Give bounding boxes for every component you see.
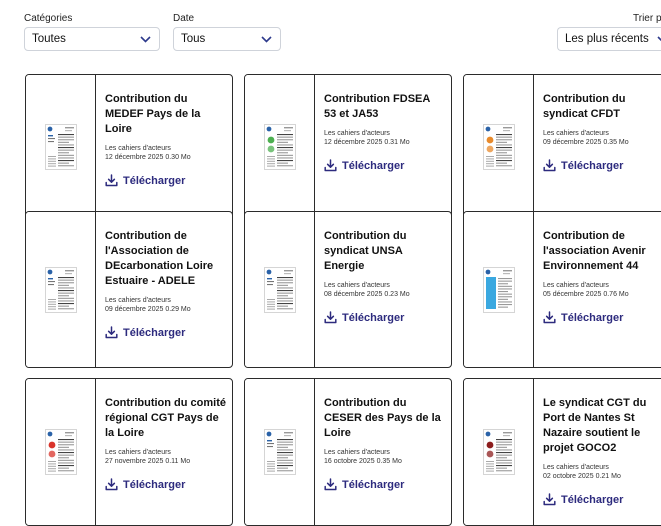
- download-label: Télécharger: [342, 478, 405, 491]
- document-thumbnail[interactable]: [26, 379, 96, 525]
- document-title[interactable]: Contribution du syndicat CFDT: [543, 92, 661, 122]
- download-button[interactable]: Télécharger: [543, 493, 661, 506]
- document-title[interactable]: Le syndicat CGT du Port de Nantes St Naz…: [543, 396, 661, 456]
- download-icon: [543, 159, 561, 172]
- date-filter-label: Date: [173, 13, 195, 24]
- document-size: 0.23 Mo: [384, 291, 410, 298]
- download-button[interactable]: Télécharger: [543, 159, 661, 172]
- document-date: 05 décembre 2025: [543, 291, 602, 298]
- document-thumbnail[interactable]: [464, 212, 534, 367]
- document-card[interactable]: Le syndicat CGT du Port de Nantes St Naz…: [463, 378, 661, 526]
- document-date: 12 décembre 2025: [105, 154, 164, 161]
- document-date: 12 décembre 2025: [324, 139, 383, 146]
- document-size: 0.35 Mo: [376, 458, 402, 465]
- document-category: Les cahiers d'acteurs: [543, 130, 609, 137]
- download-button[interactable]: Télécharger: [324, 478, 445, 491]
- category-select[interactable]: Toutes: [24, 27, 160, 51]
- sort-select[interactable]: Les plus récents: [557, 27, 661, 51]
- category-filter-label: Catégories: [24, 13, 73, 24]
- document-card[interactable]: Contribution FDSEA 53 et JA53 Les cahiers…: [244, 74, 452, 219]
- download-button[interactable]: Télécharger: [543, 311, 661, 324]
- document-thumbnail[interactable]: [464, 75, 534, 218]
- document-thumbnail[interactable]: [245, 75, 315, 218]
- document-size: 0.21 Mo: [595, 473, 621, 480]
- document-thumbnail[interactable]: [245, 212, 315, 367]
- download-icon: [105, 326, 123, 339]
- download-icon: [324, 478, 342, 491]
- document-date: 09 décembre 2025: [105, 306, 164, 313]
- download-icon: [105, 478, 123, 491]
- document-date: 02 octobre 2025: [543, 473, 594, 480]
- document-card[interactable]: Contribution de l'association Avenir Env…: [463, 211, 661, 368]
- chevron-down-icon: [657, 33, 661, 45]
- document-category: Les cahiers d'acteurs: [105, 297, 171, 304]
- document-category: Les cahiers d'acteurs: [324, 130, 390, 137]
- chevron-down-icon: [139, 33, 151, 45]
- download-icon: [105, 174, 123, 187]
- download-icon: [543, 311, 561, 324]
- document-thumbnail[interactable]: [464, 379, 534, 525]
- document-category: Les cahiers d'acteurs: [105, 145, 171, 152]
- document-title[interactable]: Contribution du comité régional CGT Pays…: [105, 396, 226, 441]
- document-card[interactable]: Contribution du CESER des Pays de la Loi…: [244, 378, 452, 526]
- document-size: 0.31 Mo: [384, 139, 410, 146]
- download-button[interactable]: Télécharger: [105, 174, 226, 187]
- date-select-value: Tous: [181, 33, 206, 45]
- download-label: Télécharger: [123, 478, 186, 491]
- document-size: 0.30 Mo: [165, 154, 191, 161]
- download-label: Télécharger: [342, 311, 405, 324]
- chevron-down-icon: [260, 33, 272, 45]
- download-button[interactable]: Télécharger: [105, 478, 226, 491]
- download-label: Télécharger: [123, 326, 186, 339]
- document-thumbnail[interactable]: [245, 379, 315, 525]
- document-date: 27 novembre 2025: [105, 458, 164, 465]
- document-size: 0.11 Mo: [165, 458, 191, 465]
- download-label: Télécharger: [342, 159, 405, 172]
- document-category: Les cahiers d'acteurs: [324, 282, 390, 289]
- document-card[interactable]: Contribution de l'Association de DEcarbo…: [25, 211, 233, 368]
- document-title[interactable]: Contribution de l'association Avenir Env…: [543, 229, 661, 274]
- download-label: Télécharger: [561, 311, 624, 324]
- download-icon: [543, 493, 561, 506]
- sort-select-value: Les plus récents: [565, 33, 649, 45]
- document-card[interactable]: Contribution du MEDEF Pays de la Loire Le…: [25, 74, 233, 219]
- document-title[interactable]: Contribution de l'Association de DEcarbo…: [105, 229, 226, 289]
- document-size: 0.35 Mo: [603, 139, 629, 146]
- document-title[interactable]: Contribution du CESER des Pays de la Loi…: [324, 396, 445, 441]
- document-category: Les cahiers d'acteurs: [543, 282, 609, 289]
- document-card[interactable]: Contribution du syndicat CFDT Les cahiers…: [463, 74, 661, 219]
- download-label: Télécharger: [123, 174, 186, 187]
- document-title[interactable]: Contribution du MEDEF Pays de la Loire: [105, 92, 226, 137]
- date-select[interactable]: Tous: [173, 27, 281, 51]
- download-icon: [324, 159, 342, 172]
- document-category: Les cahiers d'acteurs: [543, 464, 609, 471]
- document-card[interactable]: Contribution du comité régional CGT Pays…: [25, 378, 233, 526]
- sort-filter-label: Trier p: [633, 13, 661, 24]
- download-label: Télécharger: [561, 159, 624, 172]
- document-size: 0.29 Mo: [165, 306, 191, 313]
- document-date: 09 décembre 2025: [543, 139, 602, 146]
- category-select-value: Toutes: [32, 33, 66, 45]
- download-button[interactable]: Télécharger: [324, 311, 445, 324]
- download-button[interactable]: Télécharger: [105, 326, 226, 339]
- document-category: Les cahiers d'acteurs: [324, 449, 390, 456]
- document-title[interactable]: Contribution FDSEA 53 et JA53: [324, 92, 445, 122]
- document-date: 08 décembre 2025: [324, 291, 383, 298]
- document-thumbnail[interactable]: [26, 212, 96, 367]
- document-category: Les cahiers d'acteurs: [105, 449, 171, 456]
- document-date: 16 octobre 2025: [324, 458, 375, 465]
- download-button[interactable]: Télécharger: [324, 159, 445, 172]
- document-size: 0.76 Mo: [603, 291, 629, 298]
- document-card[interactable]: Contribution du syndicat UNSA Energie Les…: [244, 211, 452, 368]
- download-label: Télécharger: [561, 493, 624, 506]
- document-title[interactable]: Contribution du syndicat UNSA Energie: [324, 229, 445, 274]
- download-icon: [324, 311, 342, 324]
- document-thumbnail[interactable]: [26, 75, 96, 218]
